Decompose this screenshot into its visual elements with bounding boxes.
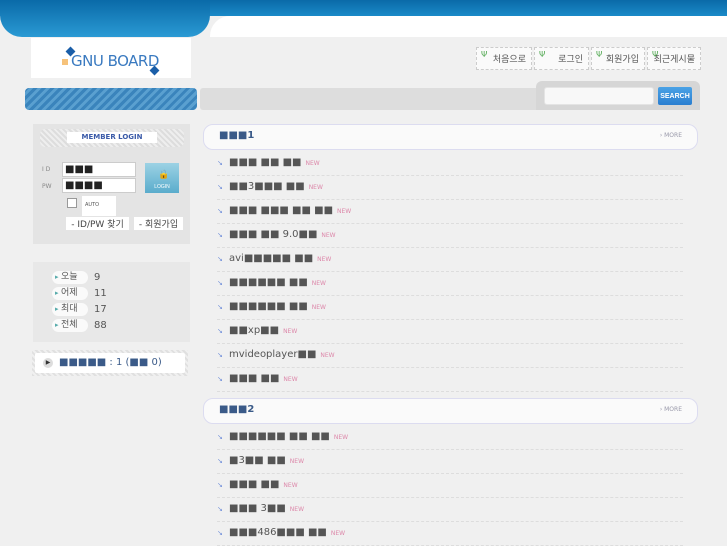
stat-label: 최대 — [52, 303, 88, 316]
more-link[interactable]: › MORE — [660, 406, 682, 413]
new-badge: NEW — [305, 160, 320, 167]
sprout-icon: Ψ — [652, 50, 659, 59]
new-badge: NEW — [317, 256, 332, 263]
list-item-title[interactable]: ■■■486■■■ ■■ — [229, 527, 327, 538]
nav-label: 최근게시물 — [653, 55, 695, 65]
search-input[interactable] — [544, 87, 654, 105]
list-item[interactable]: ■■■ ■■ ■■NEW — [217, 152, 683, 176]
nav-label: 처음으로 — [492, 55, 526, 65]
visitor-text: ■■■■■ : 1 (■■ 0) — [59, 357, 162, 368]
list-item-title[interactable]: avi■■■■■ ■■ — [229, 253, 313, 264]
menu-bar-left — [25, 88, 197, 110]
current-visitors[interactable]: ▶ ■■■■■ : 1 (■■ 0) — [32, 350, 188, 376]
sprout-icon: Ψ — [481, 50, 488, 59]
list-item[interactable]: ■■■■■■ ■■ ■■NEW — [217, 426, 683, 450]
pw-input[interactable]: ■■■■ — [62, 178, 136, 193]
new-badge: NEW — [333, 434, 349, 441]
nav-label: 회원가입 — [605, 55, 639, 65]
list-item-title[interactable]: ■■3■■■ ■■ — [229, 181, 305, 192]
section-header: ■■■2 › MORE — [203, 398, 698, 424]
list-item-title[interactable]: ■3■■ ■■ — [229, 455, 286, 466]
section-title[interactable]: ■■■2 — [219, 404, 254, 415]
list-item-title[interactable]: ■■■■■■ ■■ ■■ — [229, 431, 330, 442]
new-badge: NEW — [289, 458, 305, 465]
stat-label: 어제 — [52, 287, 88, 300]
new-badge: NEW — [337, 208, 352, 215]
stat-value: 17 — [94, 304, 107, 315]
join-button[interactable]: - 회원가입 — [134, 217, 183, 230]
logo-text: GNU BOARD — [71, 52, 159, 70]
list-item-title[interactable]: ■■■ ■■ — [229, 479, 279, 490]
find-id-pw-button[interactable]: - ID/PW 찾기 — [66, 217, 129, 230]
login-title-text: MEMBER LOGIN — [67, 132, 157, 143]
list-item-title[interactable]: ■■■ ■■ ■■ — [229, 157, 302, 168]
id-input[interactable]: ■■■ — [62, 162, 136, 177]
new-badge: NEW — [321, 232, 336, 239]
list-item[interactable]: ■■■ ■■ NEW — [217, 474, 683, 498]
stat-value: 9 — [94, 272, 101, 283]
logo[interactable]: GNU BOARD — [31, 38, 191, 78]
sprout-icon: Ψ — [539, 50, 546, 59]
nav-recent[interactable]: Ψ 최근게시물 — [647, 47, 701, 70]
list-item[interactable]: ■■■ ■■■ ■■ ■■ NEW — [217, 200, 683, 224]
lock-icon: 🔒 — [158, 169, 170, 179]
auto-label: AUTO — [82, 196, 116, 216]
nav-label: 로그인 — [558, 55, 583, 65]
nav-home[interactable]: Ψ 처음으로 — [476, 47, 532, 70]
list-item[interactable]: avi■■■■■ ■■ NEW — [217, 248, 683, 272]
nav-login[interactable]: Ψ 로그인 — [534, 47, 589, 70]
list-item-title[interactable]: ■■■■■■ ■■ — [229, 277, 308, 288]
stat-value: 11 — [94, 288, 107, 299]
list-item-title[interactable]: ■■■ 3■■ — [229, 503, 286, 514]
new-badge: NEW — [308, 184, 323, 191]
new-badge: NEW — [289, 506, 305, 513]
id-label: I D — [42, 166, 51, 173]
stat-label: 오늘 — [52, 271, 88, 284]
login-button-label: LOGIN — [154, 184, 170, 190]
section-title[interactable]: ■■■1 — [219, 130, 254, 141]
list-item-title[interactable]: ■■■ ■■ — [229, 373, 279, 384]
list-item[interactable]: ■■xp■■ NEW — [217, 320, 683, 344]
list-item[interactable]: ■■■ 3■■NEW — [217, 498, 683, 522]
list-item[interactable]: ■■■ ■■ NEW — [217, 368, 683, 392]
list-item[interactable]: mvideoplayer■■ NEW — [217, 344, 683, 368]
new-badge: NEW — [320, 352, 335, 359]
new-badge: NEW — [330, 530, 346, 537]
new-badge: NEW — [311, 280, 326, 287]
auto-login-checkbox[interactable] — [67, 198, 77, 208]
header-strip — [210, 16, 727, 37]
list-item[interactable]: ■■3■■■ ■■NEW — [217, 176, 683, 200]
sprout-icon: Ψ — [596, 50, 603, 59]
new-badge: NEW — [283, 376, 298, 383]
new-badge: NEW — [283, 328, 298, 335]
top-tab — [0, 0, 210, 37]
list-item[interactable]: ■3■■ ■■NEW — [217, 450, 683, 474]
search-button[interactable]: SEARCH — [658, 87, 692, 105]
stat-label: 전체 — [52, 319, 88, 332]
new-badge: NEW — [311, 304, 326, 311]
section-header: ■■■1 › MORE — [203, 124, 698, 150]
list-item-title[interactable]: ■■■ ■■■ ■■ ■■ — [229, 205, 333, 216]
list-item[interactable]: ■■■■■■ ■■NEW — [217, 296, 683, 320]
list-item-title[interactable]: ■■■■■■ ■■ — [229, 301, 308, 312]
login-title: MEMBER LOGIN — [40, 129, 184, 147]
play-icon: ▶ — [43, 358, 53, 368]
stat-value: 88 — [94, 320, 107, 331]
list-item-title[interactable]: ■■xp■■ — [229, 325, 279, 336]
list-item-title[interactable]: ■■■ ■■ 9.0■■ — [229, 229, 317, 240]
more-link[interactable]: › MORE — [660, 132, 682, 139]
list-item[interactable]: ■■■ ■■ 9.0■■ NEW — [217, 224, 683, 248]
new-badge: NEW — [283, 482, 298, 489]
list-item[interactable]: ■■■■■■ ■■NEW — [217, 272, 683, 296]
list-item-title[interactable]: mvideoplayer■■ — [229, 349, 316, 360]
nav-join[interactable]: Ψ 회원가입 — [591, 47, 645, 70]
login-button[interactable]: 🔒 LOGIN — [145, 163, 179, 193]
pw-label: PW — [42, 183, 52, 190]
list-item[interactable]: ■■■486■■■ ■■NEW — [217, 522, 683, 546]
